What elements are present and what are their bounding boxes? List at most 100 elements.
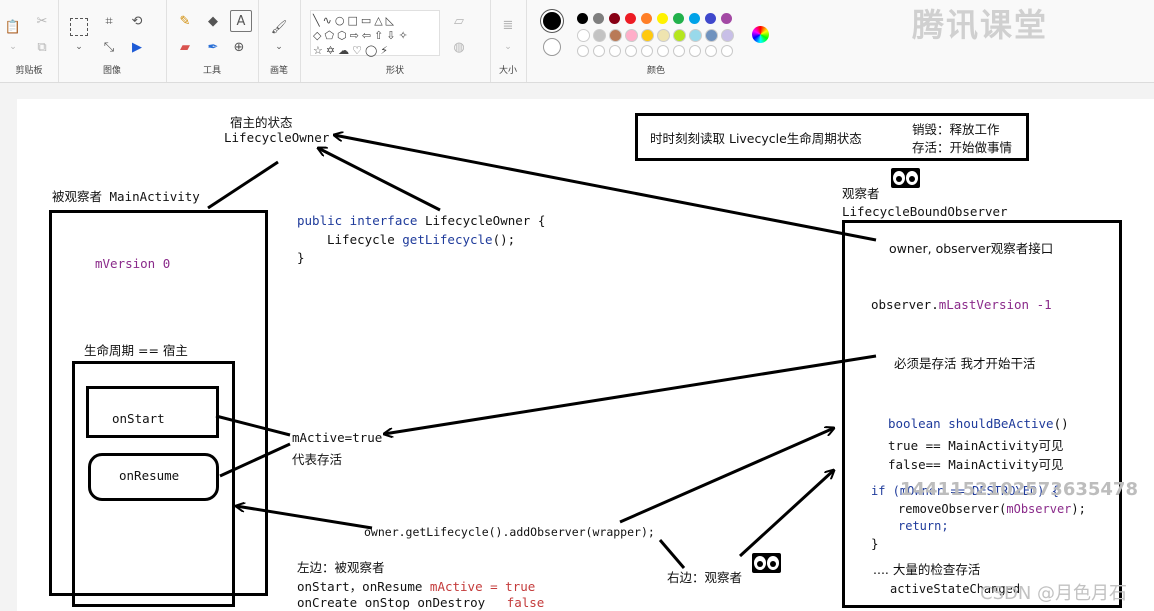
palette-swatch[interactable] bbox=[625, 13, 636, 24]
flip-icon[interactable]: ▶ bbox=[128, 38, 146, 56]
palette-swatch[interactable] bbox=[673, 13, 684, 24]
paste-icon[interactable]: 📋 bbox=[4, 18, 22, 36]
palette-empty-swatch[interactable] bbox=[673, 45, 685, 57]
palette-swatch[interactable] bbox=[625, 29, 638, 42]
resize-icon[interactable]: ⤡ bbox=[100, 38, 118, 56]
observer-class: LifecycleBoundObserver bbox=[842, 204, 1008, 219]
clipboard-label: 剪贴板 bbox=[15, 66, 43, 76]
sba-false-line: false== MainActivity可见 bbox=[888, 457, 1064, 472]
palette-empty-swatch[interactable] bbox=[641, 45, 653, 57]
palette-empty-swatch[interactable] bbox=[625, 45, 637, 57]
edit-colors-icon[interactable] bbox=[752, 26, 769, 43]
outline-icon[interactable]: ▱ bbox=[450, 12, 468, 30]
palette-empty-swatch[interactable] bbox=[577, 45, 589, 57]
palette-swatch[interactable] bbox=[705, 29, 718, 42]
palette-swatch[interactable] bbox=[657, 13, 668, 24]
brush-icon[interactable]: 🖌 bbox=[270, 18, 288, 36]
sba-end: () bbox=[1053, 416, 1069, 431]
palette-swatch[interactable] bbox=[721, 13, 732, 24]
left-line-2-value: mActive = true bbox=[429, 579, 536, 594]
rotate-icon[interactable]: ⟲ bbox=[128, 12, 146, 30]
image-group: ⌄ ⌗ ⤡ ⟲ ▶ 图像 bbox=[58, 0, 167, 82]
shapes-gallery[interactable]: ╲∿○□▭△◺ ◇⬠⬡⇨⇦⇧⇩✧ ☆✡☁♡◯⚡ bbox=[310, 10, 440, 57]
brush-dropdown-icon[interactable]: ⌄ bbox=[270, 38, 288, 56]
select-icon[interactable] bbox=[70, 18, 88, 36]
brushes-label: 画笔 bbox=[269, 66, 288, 76]
remove-call: removeObserver( bbox=[898, 502, 1007, 516]
last-version-value: -1 bbox=[1036, 297, 1052, 312]
crop-icon[interactable]: ⌗ bbox=[100, 12, 118, 30]
eraser-icon[interactable]: ▰ bbox=[176, 38, 194, 56]
shapes-row-3-icon[interactable]: ☆✡☁♡◯⚡ bbox=[313, 44, 391, 57]
palette-empty-swatch[interactable] bbox=[657, 45, 669, 57]
palette-swatch[interactable] bbox=[705, 13, 716, 24]
fill-icon[interactable]: ◆ bbox=[204, 12, 222, 30]
observed-label: 被观察者 MainActivity bbox=[52, 189, 200, 204]
last-version-text: observer.mLastVersion -1 bbox=[871, 297, 1052, 312]
shapes-row-2-icon[interactable]: ◇⬠⬡⇨⇦⇧⇩✧ bbox=[313, 29, 411, 42]
interface-line-2: Lifecycle getLifecycle(); bbox=[327, 232, 515, 247]
remove-observer-line: removeObserver(mObserver); bbox=[898, 502, 1086, 516]
palette-swatch[interactable] bbox=[673, 29, 686, 42]
select-dropdown-icon[interactable]: ⌄ bbox=[70, 38, 88, 56]
copy-icon[interactable]: ⧉ bbox=[33, 38, 51, 56]
clipboard-group: 📋 ✂ ⧉ ⌄ 剪贴板 bbox=[0, 0, 59, 82]
left-line-2-events: onStart，onResume bbox=[297, 579, 423, 594]
left-line-3-value: false bbox=[506, 595, 545, 610]
color1-selector[interactable] bbox=[543, 12, 561, 30]
host-state-owner: LifecycleOwner bbox=[224, 130, 330, 145]
palette-swatch[interactable] bbox=[609, 29, 622, 42]
ribbon-toolbar: 📋 ✂ ⧉ ⌄ 剪贴板 ⌄ ⌗ ⤡ ⟲ ▶ 图像 ✎ ◆ A ▰ ✒ ⊕ 工具 … bbox=[0, 0, 1154, 83]
size-group: ≣ ⌄ 大小 bbox=[490, 0, 527, 82]
palette-empty-swatch[interactable] bbox=[705, 45, 717, 57]
palette-swatch[interactable] bbox=[641, 13, 652, 24]
palette-empty-swatch[interactable] bbox=[721, 45, 733, 57]
close-brace-line: } bbox=[871, 536, 879, 551]
palette-swatch[interactable] bbox=[577, 29, 590, 42]
paste-dropdown-icon[interactable]: ⌄ bbox=[4, 38, 22, 56]
size-dropdown-icon[interactable]: ⌄ bbox=[499, 38, 517, 56]
remove-end: ); bbox=[1071, 502, 1086, 516]
left-line-3-events: onCreate onStop onDestroy bbox=[297, 595, 486, 610]
sba-keyword: boolean bbox=[888, 416, 941, 431]
left-line-3: onCreate onStop onDestroy false bbox=[297, 595, 544, 610]
palette-swatch[interactable] bbox=[577, 13, 588, 24]
observer-eyes-icon bbox=[891, 168, 920, 188]
must-alive-text: 必须是存活 我才开始干活 bbox=[894, 356, 1036, 371]
palette-swatch[interactable] bbox=[641, 29, 654, 42]
shapes-label: 形状 bbox=[385, 66, 404, 76]
alive-text: 存活：开始做事情 bbox=[912, 140, 1013, 155]
cut-icon[interactable]: ✂ bbox=[33, 12, 51, 30]
interface-keyword: public interface bbox=[297, 213, 418, 228]
palette-empty-swatch[interactable] bbox=[609, 45, 621, 57]
size-lines-icon[interactable]: ≣ bbox=[499, 16, 517, 34]
tencent-classroom-watermark: 腾讯课堂 bbox=[912, 6, 1049, 44]
onresume-text: onResume bbox=[119, 468, 180, 483]
right-observer-eyes-icon bbox=[752, 553, 781, 573]
palette-swatch[interactable] bbox=[657, 29, 670, 42]
observer-title: 观察者 bbox=[842, 186, 880, 201]
palette-swatch[interactable] bbox=[593, 13, 604, 24]
lifecycle-host-label: 生命周期 == 宿主 bbox=[84, 343, 188, 358]
color2-selector[interactable] bbox=[543, 38, 561, 56]
brushes-group: 🖌 ⌄ 画笔 bbox=[258, 0, 301, 82]
interface-name: LifecycleOwner { bbox=[424, 213, 546, 228]
tools-label: 工具 bbox=[202, 66, 221, 76]
size-label: 大小 bbox=[498, 66, 517, 76]
palette-empty-swatch[interactable] bbox=[689, 45, 701, 57]
top-box-text: 时时刻刻读取 Livecycle生命周期状态 bbox=[650, 131, 862, 146]
shape-fill-icon[interactable]: ◍ bbox=[450, 38, 468, 56]
add-observer-text: owner.getLifecycle().addObserver(wrapper… bbox=[364, 525, 655, 539]
palette-swatch[interactable] bbox=[721, 29, 734, 42]
tools-group: ✎ ◆ A ▰ ✒ ⊕ 工具 bbox=[166, 0, 259, 82]
palette-swatch[interactable] bbox=[689, 29, 702, 42]
magnifier-icon[interactable]: ⊕ bbox=[230, 38, 248, 56]
shapes-row-1-icon[interactable]: ╲∿○□▭△◺ bbox=[313, 14, 397, 27]
palette-swatch[interactable] bbox=[593, 29, 606, 42]
palette-swatch[interactable] bbox=[609, 13, 620, 24]
palette-empty-swatch[interactable] bbox=[593, 45, 605, 57]
text-icon[interactable]: A bbox=[230, 10, 252, 32]
pencil-icon[interactable]: ✎ bbox=[176, 12, 194, 30]
color-picker-icon[interactable]: ✒ bbox=[204, 38, 222, 56]
palette-swatch[interactable] bbox=[689, 13, 700, 24]
